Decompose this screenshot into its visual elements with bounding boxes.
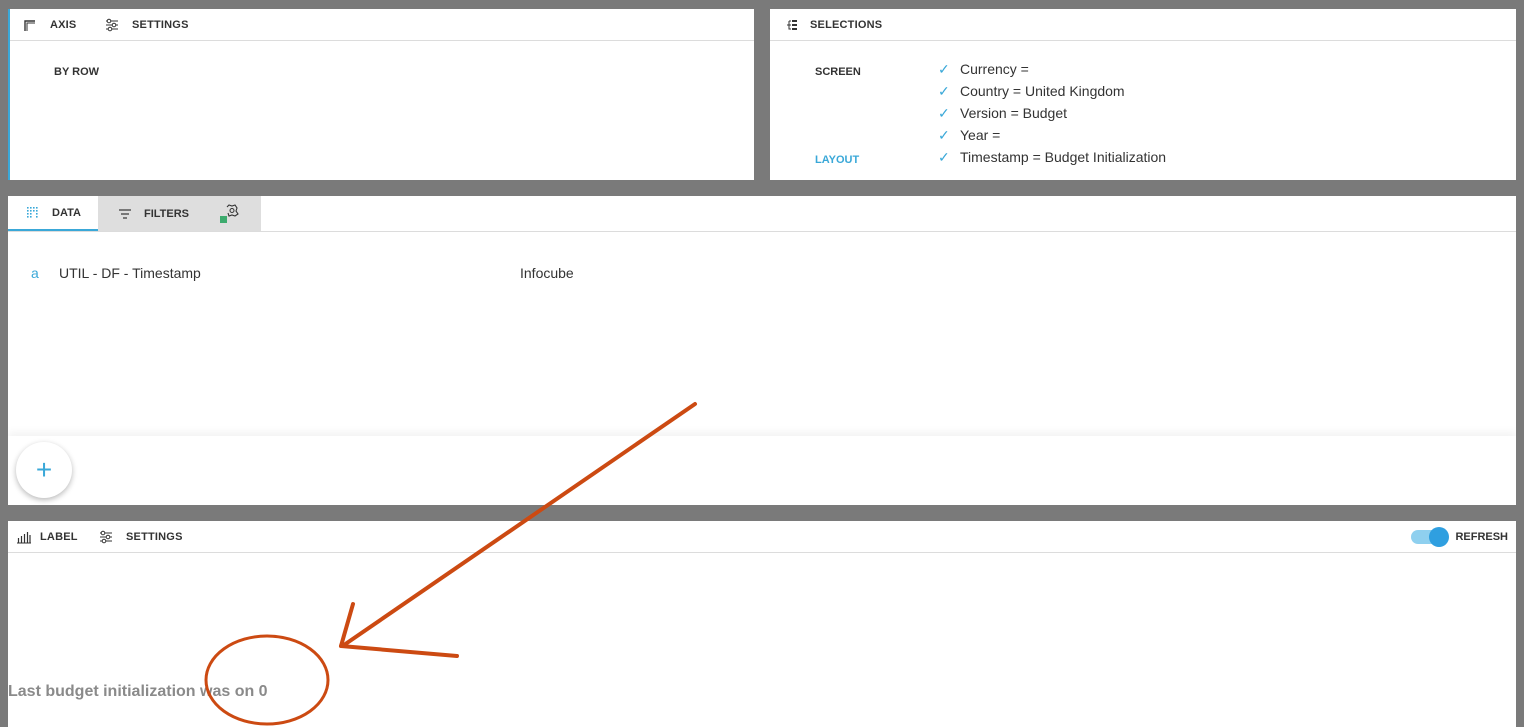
data-footer: + — [8, 436, 1516, 505]
selection-item-label: Country = United Kingdom — [960, 83, 1125, 99]
refresh-toggle[interactable] — [1411, 527, 1450, 547]
tab-settings-label: SETTINGS — [126, 531, 183, 543]
settings-plugin-icon — [220, 203, 239, 223]
tab-data-label: DATA — [52, 206, 81, 219]
selections-panel-header: SELECTIONS — [770, 9, 1516, 41]
table-row[interactable]: a UTIL - DF - Timestamp Infocube — [8, 262, 1516, 284]
selection-item-label: Currency = — [960, 61, 1029, 77]
add-button[interactable]: + — [16, 442, 72, 498]
axis-panel-header: AXIS SETTINGS — [10, 9, 754, 41]
tab-axis-label: AXIS — [50, 19, 77, 31]
selection-item-timestamp[interactable]: ✓ Timestamp = Budget Initialization — [938, 146, 1166, 168]
check-icon: ✓ — [938, 82, 950, 99]
tab-data[interactable]: DATA — [8, 196, 98, 231]
axis-panel: AXIS SETTINGS BY ROW — [8, 9, 754, 180]
screen-label[interactable]: SCREEN — [815, 66, 861, 78]
row-name: UTIL - DF - Timestamp — [59, 265, 201, 281]
data-tabs: DATA FILTERS — [8, 196, 1516, 232]
selections-title[interactable]: SELECTIONS — [786, 9, 882, 41]
tab-axis[interactable]: AXIS — [22, 9, 76, 41]
tab-filters-label: FILTERS — [144, 207, 190, 220]
selection-item-version[interactable]: ✓ Version = Budget — [938, 102, 1067, 124]
selection-item-label: Version = Budget — [960, 105, 1068, 121]
bar-chart-icon — [17, 532, 31, 544]
data-grid-icon — [27, 206, 38, 218]
check-icon: ✓ — [938, 148, 950, 165]
selection-item-label: Timestamp = Budget Initialization — [960, 149, 1167, 165]
check-icon: ✓ — [938, 60, 950, 77]
toggle-knob — [1429, 527, 1450, 547]
selections-tree-icon — [787, 20, 797, 30]
tab-settings[interactable]: SETTINGS — [98, 521, 183, 553]
tab-settings-plugin[interactable] — [203, 196, 261, 231]
sliders-icon — [100, 530, 112, 544]
layout-label[interactable]: LAYOUT — [815, 154, 859, 166]
tab-settings-label: SETTINGS — [132, 19, 189, 31]
tab-filters[interactable]: FILTERS — [98, 196, 203, 231]
selections-panel: SELECTIONS SCREEN LAYOUT ✓ Currency = ✓ … — [770, 9, 1516, 180]
by-row-label[interactable]: BY ROW — [54, 66, 99, 78]
label-text: Last budget initialization was on 0 — [8, 683, 268, 700]
selection-item-label: Year = — [960, 127, 1001, 143]
refresh-label: REFRESH — [1455, 531, 1508, 543]
label-panel-header: LABEL SETTINGS REFRESH — [8, 521, 1516, 553]
check-icon: ✓ — [938, 126, 950, 143]
row-type-indicator: a — [31, 265, 39, 281]
selection-item-currency[interactable]: ✓ Currency = — [938, 58, 1029, 80]
row-source: Infocube — [520, 265, 574, 281]
filter-icon — [119, 208, 131, 219]
label-panel: LABEL SETTINGS REFRESH Last budget initi… — [8, 521, 1516, 727]
refresh-toggle-group[interactable]: REFRESH — [1411, 521, 1508, 553]
check-icon: ✓ — [938, 104, 950, 121]
data-panel: DATA FILTERS a UTIL - DF - Timestamp Inf… — [8, 196, 1516, 505]
sliders-icon — [106, 18, 118, 32]
axis-icon — [24, 20, 35, 31]
tab-settings[interactable]: SETTINGS — [104, 9, 189, 41]
selections-title-label: SELECTIONS — [810, 19, 883, 31]
tab-label[interactable]: LABEL — [16, 521, 78, 553]
selection-item-year[interactable]: ✓ Year = — [938, 124, 1000, 146]
tab-label-label: LABEL — [40, 531, 78, 543]
selection-item-country[interactable]: ✓ Country = United Kingdom — [938, 80, 1125, 102]
